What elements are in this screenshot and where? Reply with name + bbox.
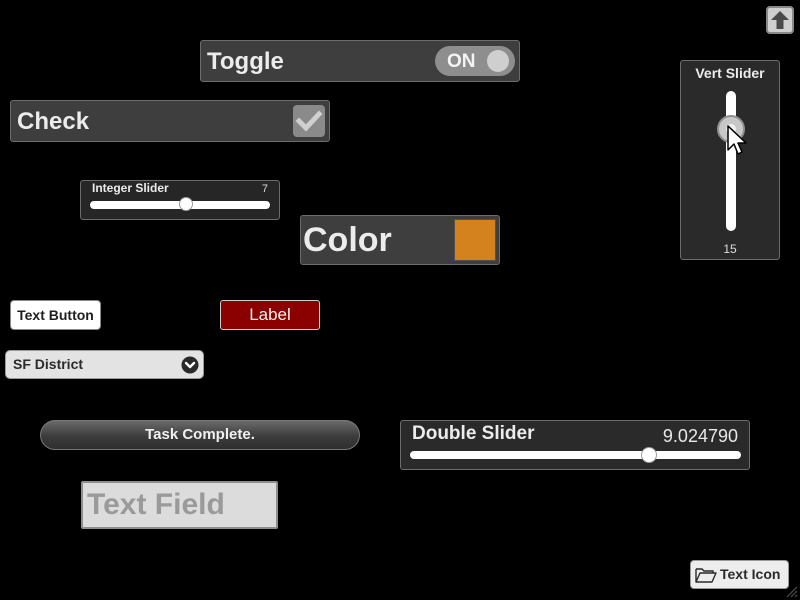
district-dropdown[interactable]: SF District bbox=[5, 350, 204, 379]
toggle-panel[interactable]: Toggle ON bbox=[200, 40, 520, 82]
vert-slider-track[interactable] bbox=[726, 91, 736, 231]
text-icon-button[interactable]: Text Icon bbox=[690, 560, 789, 589]
color-swatch[interactable] bbox=[454, 219, 496, 261]
arrow-up-icon bbox=[771, 11, 789, 29]
double-slider-knob[interactable] bbox=[641, 447, 657, 463]
dropdown-selected-value: SF District bbox=[13, 356, 84, 372]
text-icon-button-label: Text Icon bbox=[720, 566, 781, 582]
vert-slider-panel: Vert Slider 15 bbox=[680, 60, 780, 260]
text-field-input[interactable] bbox=[81, 481, 278, 529]
toggle-state-text: ON bbox=[447, 51, 476, 72]
toggle-knob[interactable] bbox=[487, 50, 509, 72]
text-button[interactable]: Text Button bbox=[10, 300, 101, 330]
checkbox[interactable] bbox=[293, 105, 325, 137]
scroll-up-button[interactable] bbox=[766, 6, 794, 34]
check-label: Check bbox=[17, 108, 90, 135]
chevron-down-icon bbox=[181, 356, 199, 374]
task-progress-bar: Task Complete. bbox=[40, 420, 360, 450]
integer-slider-label: Integer Slider bbox=[92, 181, 169, 195]
integer-slider-knob[interactable] bbox=[179, 197, 193, 211]
integer-slider-panel: Integer Slider 7 bbox=[80, 180, 280, 220]
double-slider-panel: Double Slider 9.024790 bbox=[400, 420, 750, 470]
color-panel[interactable]: Color bbox=[300, 215, 500, 265]
toggle-switch[interactable]: ON bbox=[435, 46, 515, 76]
resize-grip-icon[interactable] bbox=[782, 582, 798, 598]
toggle-label: Toggle bbox=[207, 48, 284, 75]
double-slider-value: 9.024790 bbox=[662, 426, 738, 446]
check-panel[interactable]: Check bbox=[10, 100, 330, 142]
label-box: Label bbox=[220, 300, 320, 330]
color-label: Color bbox=[303, 221, 392, 259]
integer-slider-value: 7 bbox=[261, 183, 268, 195]
checkmark-icon bbox=[295, 110, 323, 132]
vert-slider-label: Vert Slider bbox=[695, 65, 765, 81]
double-slider-label: Double Slider bbox=[412, 423, 535, 444]
mouse-cursor-icon bbox=[727, 125, 747, 155]
vert-slider-value: 15 bbox=[723, 242, 737, 256]
double-slider-track[interactable] bbox=[410, 451, 741, 459]
folder-open-icon bbox=[695, 568, 717, 583]
